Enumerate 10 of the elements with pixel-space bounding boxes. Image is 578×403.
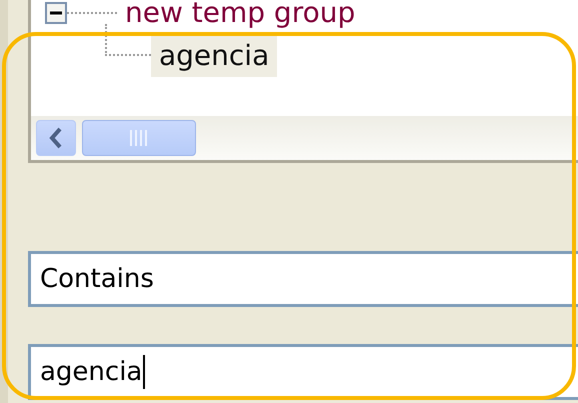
scroll-thumb[interactable] bbox=[82, 120, 196, 156]
search-field[interactable]: agencia bbox=[28, 344, 578, 400]
tree-item[interactable]: new temp group bbox=[117, 0, 364, 34]
grip-icon bbox=[129, 130, 149, 146]
horizontal-scrollbar[interactable] bbox=[31, 116, 578, 160]
condition-field[interactable]: Contains bbox=[28, 251, 578, 307]
tree-item[interactable]: agencia bbox=[151, 35, 278, 77]
scroll-left-button[interactable] bbox=[36, 120, 76, 156]
tree-connector-line bbox=[67, 12, 117, 14]
collapse-icon[interactable] bbox=[45, 2, 67, 24]
